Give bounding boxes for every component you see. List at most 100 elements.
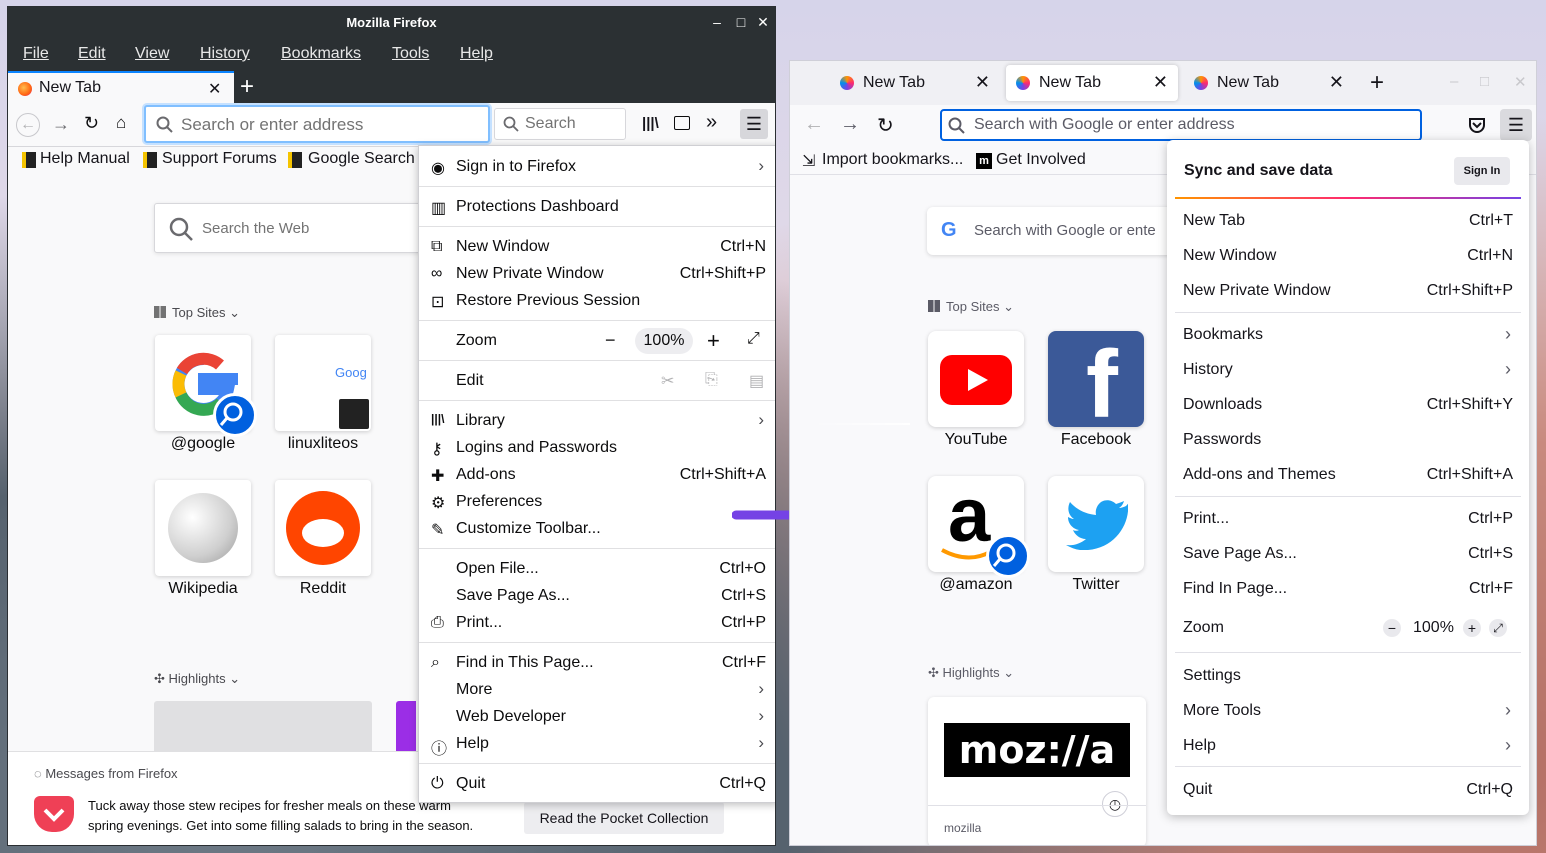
- menu-more-tools[interactable]: More Tools ›: [1183, 700, 1513, 724]
- menu-tools[interactable]: Tools: [392, 45, 429, 63]
- home-icon[interactable]: ⌂: [116, 113, 126, 133]
- menu-addons[interactable]: ✚ Add-ons Ctrl+Shift+A: [419, 462, 775, 489]
- maximize-icon[interactable]: □: [732, 13, 750, 31]
- read-pocket-button[interactable]: Read the Pocket Collection: [524, 802, 724, 834]
- tab-new-tab-2[interactable]: New Tab ✕: [1006, 65, 1178, 101]
- paste-icon[interactable]: ▤: [749, 371, 764, 391]
- menu-history[interactable]: History ›: [1183, 359, 1513, 383]
- tab-close-icon[interactable]: ✕: [208, 79, 221, 99]
- top-site-tile[interactable]: f: [1048, 331, 1144, 427]
- menu-downloads[interactable]: Downloads Ctrl+Shift+Y: [1183, 394, 1513, 418]
- zoom-out-icon[interactable]: −: [605, 330, 616, 351]
- menu-help[interactable]: ⓘ Help ›: [419, 731, 775, 758]
- highlights-header[interactable]: ✣ Highlights ⌄: [928, 665, 1014, 681]
- minimize-icon[interactable]: –: [708, 13, 726, 31]
- menu-customize-toolbar[interactable]: ✎ Customize Toolbar...: [419, 516, 775, 543]
- forward-icon[interactable]: →: [840, 113, 860, 136]
- zoom-in-icon[interactable]: +: [707, 328, 720, 354]
- bookmark-support-forums[interactable]: Support Forums: [162, 150, 277, 168]
- zoom-value[interactable]: 100%: [1413, 619, 1454, 637]
- library-icon[interactable]: |||\: [642, 115, 659, 132]
- bookmark-import[interactable]: Import bookmarks...: [822, 151, 963, 169]
- menu-new-tab[interactable]: New Tab Ctrl+T: [1183, 210, 1513, 234]
- reload-icon[interactable]: ↻: [877, 113, 894, 138]
- url-bar[interactable]: Search with Google or enter address: [940, 109, 1422, 141]
- zoom-value[interactable]: 100%: [635, 328, 693, 354]
- minimize-icon[interactable]: –: [1450, 73, 1458, 90]
- menu-settings[interactable]: Settings: [1183, 665, 1513, 689]
- top-site-tile[interactable]: Goog: [275, 335, 371, 431]
- menu-new-private-window[interactable]: ∞ New Private Window Ctrl+Shift+P: [419, 261, 775, 288]
- menu-help[interactable]: Help ›: [1183, 735, 1513, 759]
- menu-bookmarks[interactable]: Bookmarks ›: [1183, 324, 1513, 348]
- bookmark-google-search[interactable]: Google Search: [308, 150, 415, 168]
- menu-quit[interactable]: ⏻ Quit Ctrl+Q: [419, 771, 775, 798]
- new-tab-plus-icon[interactable]: +: [240, 73, 254, 101]
- highlights-header[interactable]: ✣ Highlights ⌄: [154, 671, 240, 687]
- top-site-tile[interactable]: [155, 335, 257, 437]
- fullscreen-icon[interactable]: ⤢: [747, 330, 760, 348]
- menu-more[interactable]: More ›: [419, 677, 775, 704]
- top-sites-header[interactable]: Top Sites ⌄: [928, 299, 1014, 315]
- menu-restore-session[interactable]: ⊡ Restore Previous Session: [419, 288, 775, 315]
- tab-new-tab[interactable]: New Tab ✕: [8, 71, 234, 103]
- menu-save-page[interactable]: Save Page As... Ctrl+S: [1183, 543, 1513, 567]
- fullscreen-icon[interactable]: ⤢: [1489, 619, 1507, 637]
- menu-new-window[interactable]: ⧉ New Window Ctrl+N: [419, 234, 775, 261]
- back-icon[interactable]: ←: [804, 113, 824, 136]
- maximize-icon[interactable]: □: [1480, 73, 1489, 90]
- sidebar-icon[interactable]: [674, 116, 690, 130]
- menu-addons-themes[interactable]: Add-ons and Themes Ctrl+Shift+A: [1183, 464, 1513, 488]
- menu-passwords[interactable]: Passwords: [1183, 429, 1513, 453]
- menu-view[interactable]: View: [135, 45, 169, 63]
- highlight-card[interactable]: moz://a ◷ mozilla: [928, 697, 1146, 845]
- overflow-chevron-icon[interactable]: »: [706, 111, 717, 134]
- back-icon[interactable]: ←: [16, 113, 40, 137]
- bookmark-help-manual[interactable]: Help Manual: [40, 150, 130, 168]
- menu-help[interactable]: Help: [460, 45, 493, 63]
- hamburger-menu-icon[interactable]: ☰: [1500, 109, 1532, 141]
- sign-in-button[interactable]: Sign In: [1454, 157, 1510, 185]
- menu-save-page[interactable]: Save Page As... Ctrl+S: [419, 583, 775, 610]
- menu-preferences[interactable]: ⚙ Preferences: [419, 489, 775, 516]
- url-bar[interactable]: Search or enter address: [144, 105, 490, 143]
- tab-new-tab-3[interactable]: New Tab ✕: [1184, 65, 1354, 101]
- new-tab-plus-icon[interactable]: +: [1370, 69, 1384, 97]
- tab-new-tab-1[interactable]: New Tab ✕: [830, 65, 1000, 101]
- forward-icon[interactable]: →: [52, 114, 70, 135]
- menu-edit[interactable]: Edit: [78, 45, 106, 63]
- top-site-tile[interactable]: a: [928, 473, 1030, 578]
- menu-logins-passwords[interactable]: ⚷ Logins and Passwords: [419, 435, 775, 462]
- menu-web-developer[interactable]: Web Developer ›: [419, 704, 775, 731]
- hamburger-menu-icon[interactable]: ☰: [740, 109, 768, 139]
- menu-find[interactable]: ⌕ Find in This Page... Ctrl+F: [419, 650, 775, 677]
- copy-icon[interactable]: ⎘: [705, 371, 718, 389]
- reload-icon[interactable]: ↻: [84, 113, 99, 134]
- bookmark-get-involved[interactable]: Get Involved: [996, 151, 1086, 169]
- menu-protections-dashboard[interactable]: ▥ Protections Dashboard: [419, 194, 775, 221]
- menu-print[interactable]: Print... Ctrl+P: [1183, 508, 1513, 532]
- page-search-box[interactable]: Search the Web: [154, 203, 454, 253]
- menu-new-private-window[interactable]: New Private Window Ctrl+Shift+P: [1183, 280, 1513, 304]
- close-icon[interactable]: ✕: [1514, 73, 1527, 91]
- menu-file[interactable]: File: [23, 45, 49, 63]
- page-search-box[interactable]: G Search with Google or ente: [927, 207, 1187, 255]
- menu-history[interactable]: History: [200, 45, 250, 63]
- tab-close-icon[interactable]: ✕: [1153, 72, 1168, 93]
- zoom-out-icon[interactable]: −: [1383, 619, 1401, 637]
- tab-close-icon[interactable]: ✕: [975, 72, 990, 93]
- top-site-tile[interactable]: [928, 331, 1024, 427]
- menu-library[interactable]: |||\ Library ›: [419, 408, 775, 435]
- menu-quit[interactable]: Quit Ctrl+Q: [1183, 779, 1513, 803]
- top-site-tile[interactable]: [1048, 476, 1144, 572]
- top-sites-header[interactable]: Top Sites ⌄: [154, 305, 240, 321]
- pocket-icon[interactable]: [1468, 116, 1486, 134]
- menu-new-window[interactable]: New Window Ctrl+N: [1183, 245, 1513, 269]
- close-icon[interactable]: ✕: [754, 13, 772, 31]
- tab-close-icon[interactable]: ✕: [1329, 72, 1344, 93]
- zoom-in-icon[interactable]: +: [1463, 619, 1481, 637]
- top-site-tile[interactable]: [275, 480, 371, 576]
- search-bar[interactable]: Search: [494, 108, 626, 140]
- menu-open-file[interactable]: Open File... Ctrl+O: [419, 556, 775, 583]
- menu-sign-in[interactable]: ◉ Sign in to Firefox ›: [419, 154, 775, 181]
